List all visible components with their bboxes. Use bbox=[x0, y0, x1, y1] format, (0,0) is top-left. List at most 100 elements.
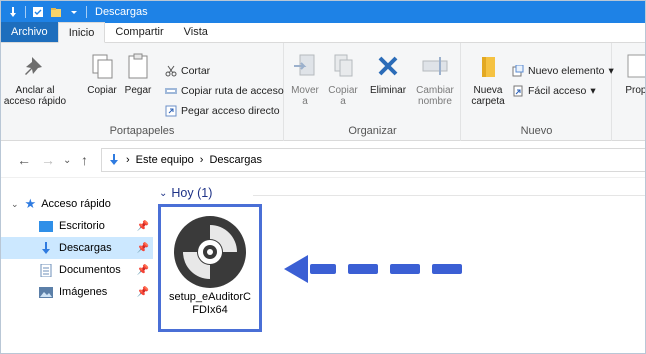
easy-access-icon bbox=[513, 85, 523, 97]
rename-label: Cambiar nombre bbox=[416, 85, 454, 107]
nav-item-escritorio[interactable]: Escritorio 📌 bbox=[1, 215, 153, 237]
down-arrow-icon bbox=[10, 7, 16, 17]
back-arrow-icon[interactable]: ← bbox=[17, 152, 31, 168]
desktop-icon bbox=[39, 220, 53, 232]
documents-icon bbox=[40, 263, 52, 277]
pin-quick-access-button[interactable]: Anclar al acceso rápido bbox=[3, 51, 67, 107]
ribbon-tabs: Archivo Inicio Compartir Vista bbox=[1, 22, 645, 43]
tab-vista[interactable]: Vista bbox=[174, 22, 218, 42]
copy-path-label: Copiar ruta de acceso bbox=[181, 85, 284, 97]
nav-item-imagenes[interactable]: Imágenes 📌 bbox=[1, 281, 153, 303]
group-label-portapapeles: Portapapeles bbox=[109, 125, 175, 137]
new-item-icon bbox=[512, 65, 524, 77]
new-folder-label: Nueva carpeta bbox=[471, 85, 505, 107]
nav-item-documentos[interactable]: Documentos 📌 bbox=[1, 259, 153, 281]
nav-quick-access[interactable]: ⌄ ★ Acceso rápido bbox=[1, 193, 153, 215]
breadcrumb-chevron-icon: › bbox=[199, 154, 204, 166]
annotation-arrow-icon bbox=[284, 255, 462, 283]
group-divider bbox=[253, 195, 645, 196]
cut-button[interactable]: Cortar bbox=[165, 65, 210, 77]
paste-shortcut-label: Pegar acceso directo bbox=[181, 105, 280, 117]
pin-label: Anclar al acceso rápido bbox=[3, 85, 67, 107]
new-folder-button[interactable]: Nueva carpeta bbox=[466, 51, 510, 107]
rename-button[interactable]: Cambiar nombre bbox=[413, 51, 457, 107]
delete-x-icon bbox=[378, 56, 398, 76]
paste-button[interactable]: Pegar bbox=[122, 51, 154, 96]
clipboard-icon bbox=[128, 53, 148, 79]
collapse-chevron-icon[interactable]: ⌄ bbox=[159, 188, 167, 199]
properties-icon[interactable] bbox=[32, 6, 44, 18]
explorer-window: Descargas Archivo Inicio Compartir Vista… bbox=[0, 0, 646, 354]
address-bar: ← → ⌄ ↑ › Este equipo › Descargas bbox=[1, 142, 645, 178]
rename-icon bbox=[422, 57, 448, 75]
pin-icon: 📌 bbox=[136, 242, 149, 254]
copy-to-icon bbox=[334, 54, 353, 77]
forward-arrow-icon[interactable]: → bbox=[41, 152, 55, 168]
copy-button[interactable]: Copiar bbox=[85, 51, 119, 96]
scissors-icon bbox=[165, 65, 177, 77]
cut-label: Cortar bbox=[181, 65, 211, 77]
quick-access-dropdown-icon[interactable] bbox=[68, 6, 80, 18]
copy-path-button[interactable]: Copiar ruta de acceso bbox=[165, 85, 284, 97]
group-header-label: Hoy (1) bbox=[171, 186, 213, 200]
separator bbox=[25, 6, 26, 18]
new-item-label: Nuevo elemento bbox=[528, 65, 605, 77]
move-to-label: Mover a bbox=[291, 85, 319, 107]
breadcrumb-este-equipo[interactable]: Este equipo bbox=[136, 154, 194, 166]
copy-icon bbox=[92, 54, 113, 79]
new-item-button[interactable]: Nuevo elemento ▾ bbox=[512, 65, 614, 77]
paste-shortcut-button[interactable]: Pegar acceso directo bbox=[165, 105, 280, 117]
pin-icon bbox=[25, 57, 42, 75]
tab-compartir[interactable]: Compartir bbox=[105, 22, 173, 42]
title-bar: Descargas bbox=[1, 1, 645, 23]
nav-label-quick-access: Acceso rápido bbox=[41, 198, 111, 210]
paste-shortcut-icon bbox=[165, 105, 177, 117]
nav-label-documentos: Documentos bbox=[59, 264, 121, 276]
path-breadcrumb[interactable]: › Este equipo › Descargas bbox=[101, 148, 645, 172]
expand-chevron-icon[interactable]: ⌄ bbox=[11, 199, 19, 210]
navigation-pane: ⌄ ★ Acceso rápido Escritorio 📌 Descargas… bbox=[1, 179, 153, 353]
cd-disc-icon bbox=[174, 216, 246, 288]
group-label-organizar: Organizar bbox=[348, 125, 397, 137]
breadcrumb-descargas[interactable]: Descargas bbox=[209, 154, 262, 166]
pin-icon: 📌 bbox=[136, 264, 149, 276]
group-organizar: Mover a Copiar a Eliminar Cambiar nombre… bbox=[285, 43, 461, 141]
delete-button[interactable]: Eliminar bbox=[367, 51, 409, 96]
nav-label-escritorio: Escritorio bbox=[59, 220, 105, 232]
nav-item-descargas[interactable]: Descargas 📌 bbox=[1, 237, 153, 259]
group-portapapeles: Anclar al acceso rápido Copiar Pegar Cor… bbox=[1, 43, 284, 141]
copy-to-label: Copiar a bbox=[328, 85, 358, 107]
move-to-button[interactable]: Mover a bbox=[289, 51, 321, 107]
properties-button[interactable]: Propi bbox=[617, 51, 646, 96]
downloads-icon bbox=[42, 241, 50, 254]
easy-access-button[interactable]: Fácil acceso ▾ bbox=[512, 85, 596, 97]
easy-access-label: Fácil acceso bbox=[528, 85, 587, 97]
group-header-hoy[interactable]: ⌄ Hoy (1) bbox=[159, 186, 212, 200]
separator bbox=[86, 6, 87, 18]
dropdown-arrow-icon: ▾ bbox=[590, 85, 596, 97]
properties-icon bbox=[627, 54, 645, 78]
breadcrumb-chevron-icon: › bbox=[126, 154, 130, 166]
move-to-icon bbox=[294, 54, 315, 76]
window-title: Descargas bbox=[95, 6, 148, 18]
tab-archivo[interactable]: Archivo bbox=[1, 22, 58, 42]
copy-label: Copiar bbox=[87, 85, 117, 96]
nav-label-descargas: Descargas bbox=[59, 242, 112, 254]
file-item-setup[interactable]: setup_eAuditorCFDIx64 bbox=[158, 204, 262, 332]
group-nuevo: Nueva carpeta Nuevo elemento ▾ Fácil acc… bbox=[462, 43, 614, 141]
recent-locations-chevron-icon[interactable]: ⌄ bbox=[63, 155, 71, 166]
properties-label: Propi bbox=[625, 85, 646, 96]
star-icon: ★ bbox=[24, 196, 37, 211]
up-arrow-icon[interactable]: ↑ bbox=[81, 152, 88, 168]
file-name: setup_eAuditorCFDIx64 bbox=[169, 291, 251, 316]
pictures-icon bbox=[39, 286, 53, 298]
new-folder-icon[interactable] bbox=[50, 6, 62, 18]
pin-icon: 📌 bbox=[136, 286, 149, 298]
paste-label: Pegar bbox=[124, 85, 152, 96]
dropdown-arrow-icon: ▾ bbox=[608, 65, 614, 77]
ribbon: Anclar al acceso rápido Copiar Pegar Cor… bbox=[1, 43, 646, 141]
folder-icon bbox=[482, 57, 495, 77]
tab-inicio[interactable]: Inicio bbox=[57, 22, 106, 43]
copy-to-button[interactable]: Copiar a bbox=[327, 51, 359, 107]
downloads-icon bbox=[110, 154, 118, 165]
